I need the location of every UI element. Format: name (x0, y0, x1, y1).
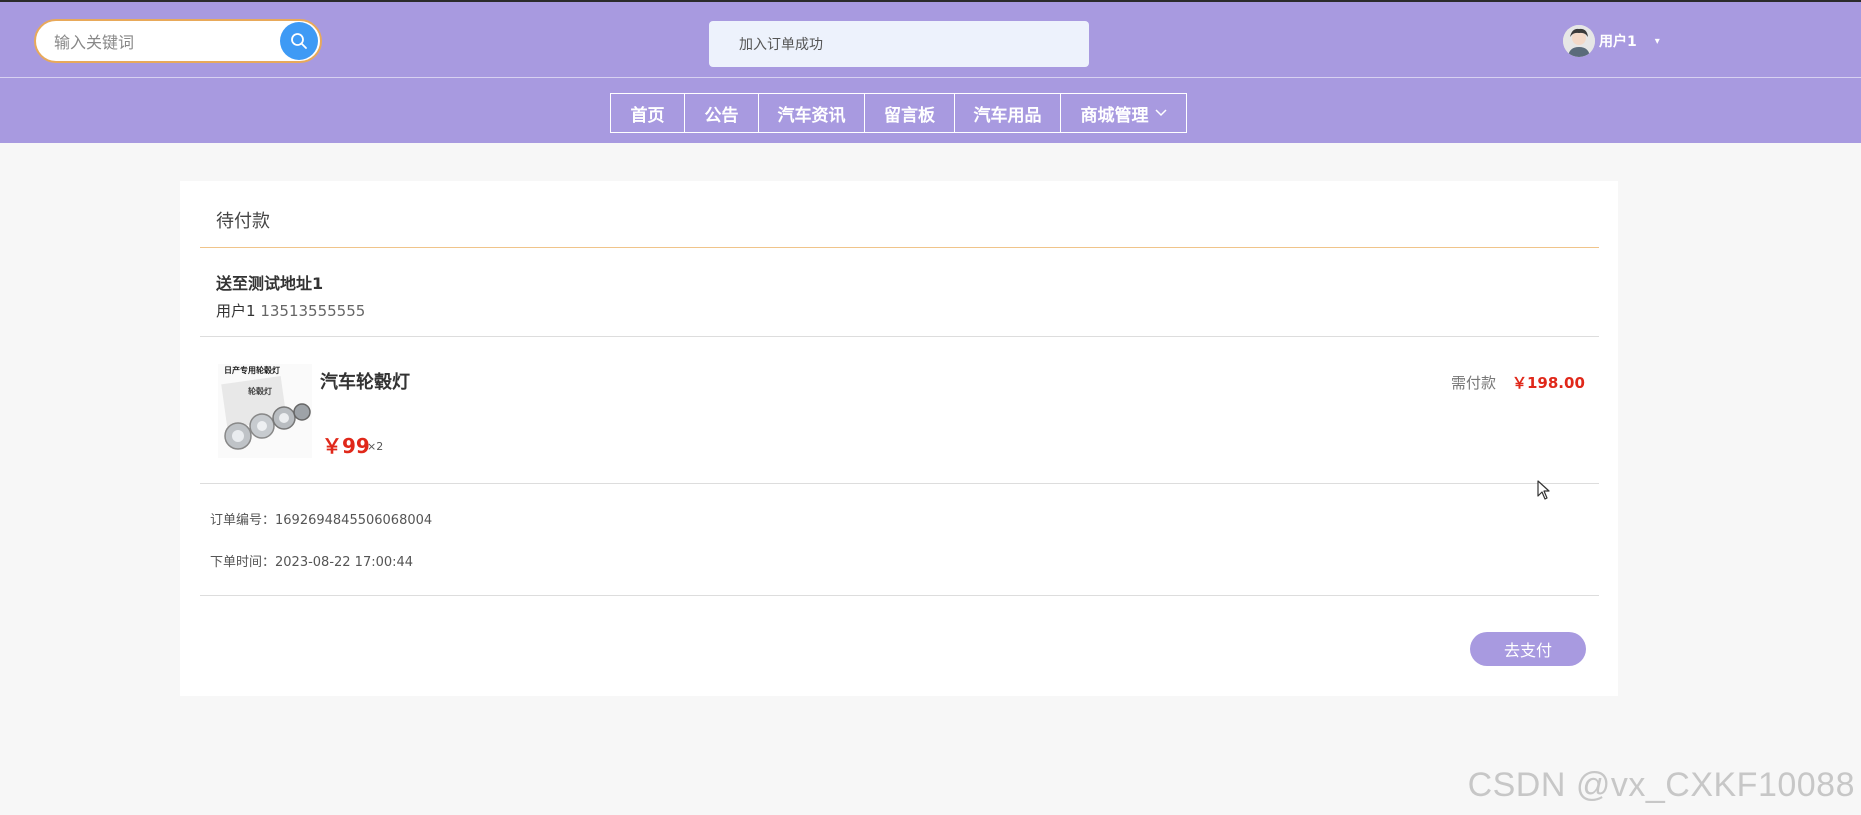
pay-button-label: 去支付 (1503, 641, 1552, 660)
order-time: 下单时间：2023-08-22 17:00:44 (210, 555, 414, 570)
nav-item-label: 留言板 (884, 105, 935, 126)
nav-item-label: 首页 (630, 105, 665, 126)
nav-item-label: 汽车资讯 (777, 105, 846, 126)
success-toast: 加入订单成功 (709, 21, 1089, 67)
address-contact: 用户1 13513555555 (216, 300, 365, 321)
mouse-cursor-icon (1537, 480, 1550, 500)
product-quantity: ×2 (367, 440, 384, 453)
product-image[interactable]: 日产专用轮毂灯 轮毂灯 (218, 364, 312, 458)
status-divider (200, 247, 1599, 248)
user-name: 用户1 (1599, 34, 1637, 50)
nav-item-label: 公告 (704, 105, 739, 126)
nav-item-label: 汽车用品 (973, 105, 1042, 126)
nav-item-notice[interactable]: 公告 (684, 93, 759, 133)
payable-label: 需付款 (1451, 374, 1497, 392)
avatar (1563, 25, 1595, 57)
product-image-caption: 日产专用轮毂灯 (224, 365, 280, 375)
recipient-name: 用户1 (216, 302, 256, 320)
watermark: CSDN @vx_CXKF10088 (1467, 766, 1855, 804)
product-image-subcaption: 轮毂灯 (248, 386, 272, 396)
search-icon (291, 33, 307, 49)
nav-item-message-board[interactable]: 留言板 (864, 93, 955, 133)
main-nav: 首页 公告 汽车资讯 留言板 汽车用品 商城管理 (610, 93, 1187, 133)
product-name: 汽车轮毂灯 (320, 372, 410, 393)
order-status: 待付款 (216, 211, 270, 232)
divider (200, 483, 1599, 484)
pay-button[interactable]: 去支付 (1470, 632, 1586, 666)
nav-item-label: 商城管理 (1080, 105, 1149, 126)
payable-total: ￥198.00 (1512, 374, 1585, 392)
divider (200, 336, 1599, 337)
caret-down-icon: ▾ (1654, 35, 1660, 47)
search-button[interactable] (280, 22, 318, 60)
nav-item-car-supplies[interactable]: 汽车用品 (954, 93, 1061, 133)
chevron-down-icon (1154, 109, 1167, 117)
product-price: ￥99 (322, 434, 370, 458)
order-card: 待付款 送至测试地址1 用户1 13513555555 日产专用轮毂灯 轮毂灯 … (180, 181, 1618, 696)
nav-item-car-news[interactable]: 汽车资讯 (758, 93, 865, 133)
order-number: 订单编号：1692694845506068004 (210, 513, 433, 528)
search-box (34, 19, 322, 63)
search-input[interactable] (52, 21, 296, 63)
recipient-phone: 13513555555 (260, 302, 366, 320)
divider (200, 595, 1599, 596)
user-menu[interactable]: 用户1 ▾ (1563, 24, 1660, 58)
address-title: 送至测试地址1 (216, 274, 324, 293)
nav-item-mall-management[interactable]: 商城管理 (1060, 93, 1187, 133)
nav-item-home[interactable]: 首页 (610, 93, 685, 133)
toast-message: 加入订单成功 (739, 37, 823, 53)
top-header: 加入订单成功 用户1 ▾ 首页 公告 汽车资讯 留言板 汽车用品 (0, 0, 1861, 143)
header-divider (0, 77, 1861, 78)
